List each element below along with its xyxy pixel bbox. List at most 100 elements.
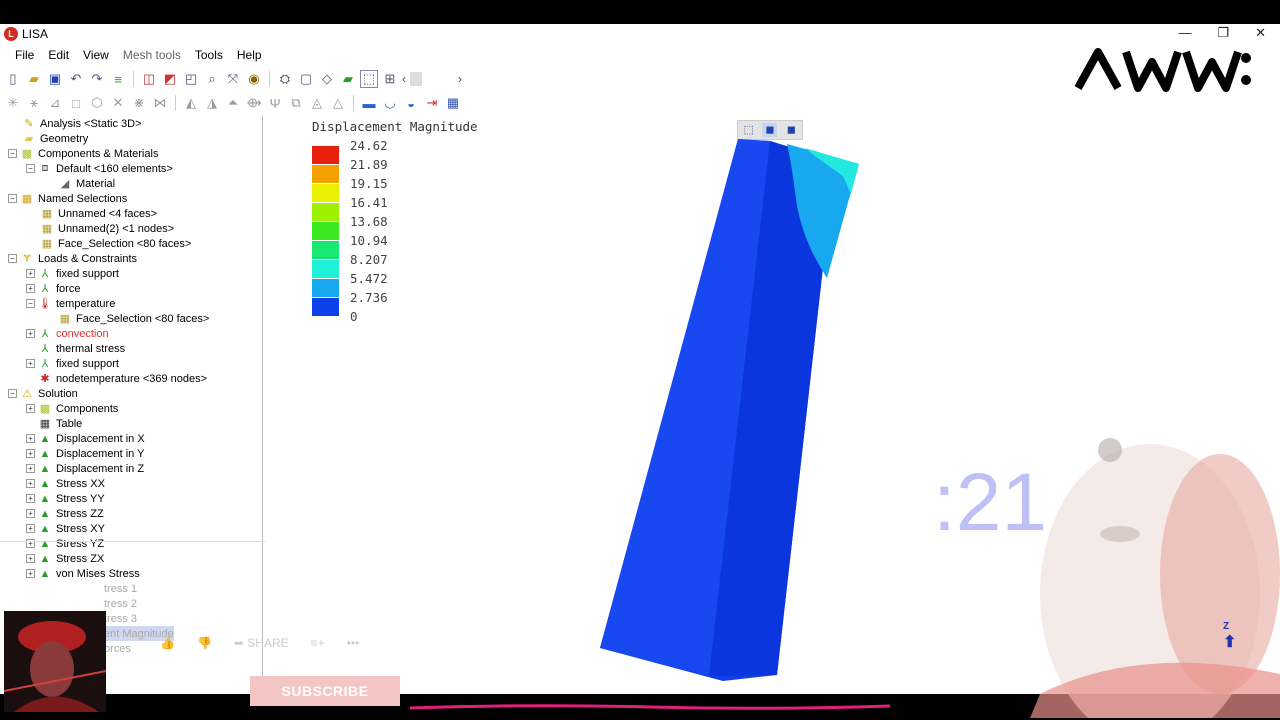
tree-item-table[interactable]: ▦ Table xyxy=(38,416,83,431)
animation-scroll[interactable]: ‹ › xyxy=(402,71,462,87)
menu-edit[interactable]: Edit xyxy=(41,48,76,62)
wireframe-icon[interactable]: ⬚ xyxy=(360,70,378,88)
tree-item-forces[interactable]: orces xyxy=(104,641,131,656)
element-icon[interactable]: ◩ xyxy=(161,70,179,88)
split-icon[interactable]: ⋇ xyxy=(130,94,148,112)
like-icon[interactable]: 👍 xyxy=(160,636,175,650)
expand-icon[interactable]: + xyxy=(26,269,35,278)
tree-item-named-selections[interactable]: − ▦ Named Selections xyxy=(8,191,127,206)
redo-icon[interactable]: ↷ xyxy=(88,70,106,88)
tree-item-stress-yy[interactable]: + ▲ Stress YY xyxy=(26,491,105,506)
expand-icon[interactable]: + xyxy=(26,569,35,578)
tree-item-unnamed-nodes[interactable]: ▦ Unnamed(2) <1 nodes> xyxy=(40,221,174,236)
scroll-left-icon[interactable]: ‹ xyxy=(402,72,406,86)
measure-icon[interactable]: ◬ xyxy=(308,94,326,112)
collapse-icon[interactable]: − xyxy=(8,389,17,398)
close-button[interactable]: ✕ xyxy=(1255,25,1266,41)
tree-item-displacement-y[interactable]: + ▲ Displacement in Y xyxy=(26,446,144,461)
collapse-icon[interactable]: − xyxy=(8,194,17,203)
tree-item-solution[interactable]: − ⚠ Solution xyxy=(8,386,78,401)
tree-item-thermal-stress[interactable]: ⅄ thermal stress xyxy=(38,341,125,356)
more-icon[interactable]: ••• xyxy=(347,636,360,650)
tree-item-default[interactable]: − ⧈ Default <160 elements> xyxy=(26,161,173,176)
menu-help[interactable]: Help xyxy=(230,48,269,62)
scroll-thumb[interactable] xyxy=(410,72,423,86)
add-to-playlist-icon[interactable]: ≡+ xyxy=(311,636,325,650)
expand-icon[interactable]: + xyxy=(26,359,35,368)
tree-item-von-mises[interactable]: + ▲ von Mises Stress xyxy=(26,566,140,581)
extrude-icon[interactable]: ⏶ xyxy=(224,94,242,112)
tree-item-stress-xx[interactable]: + ▲ Stress XX xyxy=(26,476,105,491)
warning-icon[interactable]: △ xyxy=(329,94,347,112)
expand-icon[interactable]: + xyxy=(26,329,35,338)
expand-icon[interactable]: + xyxy=(26,449,35,458)
tree-item-components[interactable]: + ▩ Components xyxy=(26,401,118,416)
fit-icon[interactable]: ⤧ xyxy=(224,70,242,88)
tree-item-unnamed-faces[interactable]: ▦ Unnamed <4 faces> xyxy=(40,206,157,221)
curve-icon[interactable]: ◡ xyxy=(381,94,399,112)
tree-item-fixed-support-2[interactable]: + ⅄ fixed support xyxy=(26,356,119,371)
tree-item-force[interactable]: + ⅄ force xyxy=(26,281,80,296)
tree-item-stress-2[interactable]: tress 2 xyxy=(104,596,137,611)
cube-icon[interactable]: ⬡ xyxy=(88,94,106,112)
merge-icon[interactable]: ⋈ xyxy=(151,94,169,112)
tree-item-temperature[interactable]: − 🌡 temperature xyxy=(26,296,115,311)
menu-file[interactable]: File xyxy=(8,48,41,62)
node-edit-icon[interactable]: ⚹ xyxy=(25,94,43,112)
tree-item-loads-constraints[interactable]: − Ɏ Loads & Constraints xyxy=(8,251,137,266)
delete-icon[interactable]: ✕ xyxy=(109,94,127,112)
refine-icon[interactable]: ⧉ xyxy=(287,94,305,112)
open-folder-icon[interactable]: ▰ xyxy=(25,70,43,88)
3d-viewport[interactable]: Displacement Magnitude 24.62 21.89 19.15… xyxy=(265,116,1280,718)
tree-item-stress-zz[interactable]: + ▲ Stress ZZ xyxy=(26,506,104,521)
expand-icon[interactable]: + xyxy=(26,509,35,518)
tree-item-displacement-z[interactable]: + ▲ Displacement in Z xyxy=(26,461,144,476)
zoom-icon[interactable]: ⌕ xyxy=(203,70,221,88)
tree-item-temp-face-selection[interactable]: ▦ Face_Selection <80 faces> xyxy=(58,311,210,326)
share-button[interactable]: ➦ SHARE xyxy=(234,636,289,650)
film-icon[interactable]: ▦ xyxy=(444,94,462,112)
dislike-icon[interactable]: 👎 xyxy=(197,636,212,650)
expand-icon[interactable]: + xyxy=(26,554,35,563)
box-icon[interactable]: □ xyxy=(67,94,85,112)
align-icon[interactable]: ⊿ xyxy=(46,94,64,112)
subscribe-button[interactable]: SUBSCRIBE xyxy=(250,676,400,706)
tree-item-convection[interactable]: + ⅄ convection xyxy=(26,326,109,341)
expand-icon[interactable]: + xyxy=(26,464,35,473)
tree-item-face-selection[interactable]: ▦ Face_Selection <80 faces> xyxy=(40,236,192,251)
tree-item-stress-zx[interactable]: + ▲ Stress ZX xyxy=(26,551,104,566)
menu-tools[interactable]: Tools xyxy=(188,48,230,62)
menu-mesh-tools[interactable]: Mesh tools xyxy=(116,48,188,62)
expand-icon[interactable]: + xyxy=(26,284,35,293)
branch-icon[interactable]: Ψ xyxy=(266,94,284,112)
restore-button[interactable]: ❐ xyxy=(1217,25,1229,41)
solve-icon[interactable]: ⛭ xyxy=(276,70,294,88)
expand-icon[interactable]: + xyxy=(26,404,35,413)
mesh-icon[interactable]: ⊞ xyxy=(381,70,399,88)
tree-item-geometry[interactable]: ▰ Geometry xyxy=(22,131,89,146)
layers-icon[interactable]: ≡ xyxy=(109,70,127,88)
shaded-icon[interactable]: ▰ xyxy=(339,70,357,88)
minimize-button[interactable]: — xyxy=(1178,25,1191,41)
menu-view[interactable]: View xyxy=(76,48,116,62)
line-icon[interactable]: ▬ xyxy=(360,94,378,112)
model-tree[interactable]: ✎ Analysis <Static 3D> ▰ Geometry − ▩ Compon… xyxy=(0,116,263,694)
sweep-icon[interactable]: ⟴ xyxy=(245,94,263,112)
collapse-icon[interactable]: − xyxy=(8,254,17,263)
expand-icon[interactable]: + xyxy=(26,524,35,533)
undo-icon[interactable]: ↶ xyxy=(67,70,85,88)
save-icon[interactable]: ▣ xyxy=(46,70,64,88)
tree-item-stress-yz[interactable]: + ▲ Stress YZ xyxy=(26,536,104,551)
expand-icon[interactable]: + xyxy=(26,434,35,443)
tree-item-displacement-x[interactable]: + ▲ Displacement in X xyxy=(26,431,145,446)
select-icon[interactable]: ◰ xyxy=(182,70,200,88)
view-iso-icon[interactable]: ◇ xyxy=(318,70,336,88)
expand-icon[interactable]: + xyxy=(26,479,35,488)
tree-item-stress-3[interactable]: tress 3 xyxy=(104,611,137,626)
tree-item-components-materials[interactable]: − ▩ Components & Materials xyxy=(8,146,158,161)
collapse-icon[interactable]: − xyxy=(8,149,17,158)
node-icon[interactable]: ◫ xyxy=(140,70,158,88)
collapse-icon[interactable]: − xyxy=(26,164,35,173)
tree-item-stress-1[interactable]: tress 1 xyxy=(104,581,137,596)
tree-item-fixed-support[interactable]: + ⅄ fixed support xyxy=(26,266,119,281)
